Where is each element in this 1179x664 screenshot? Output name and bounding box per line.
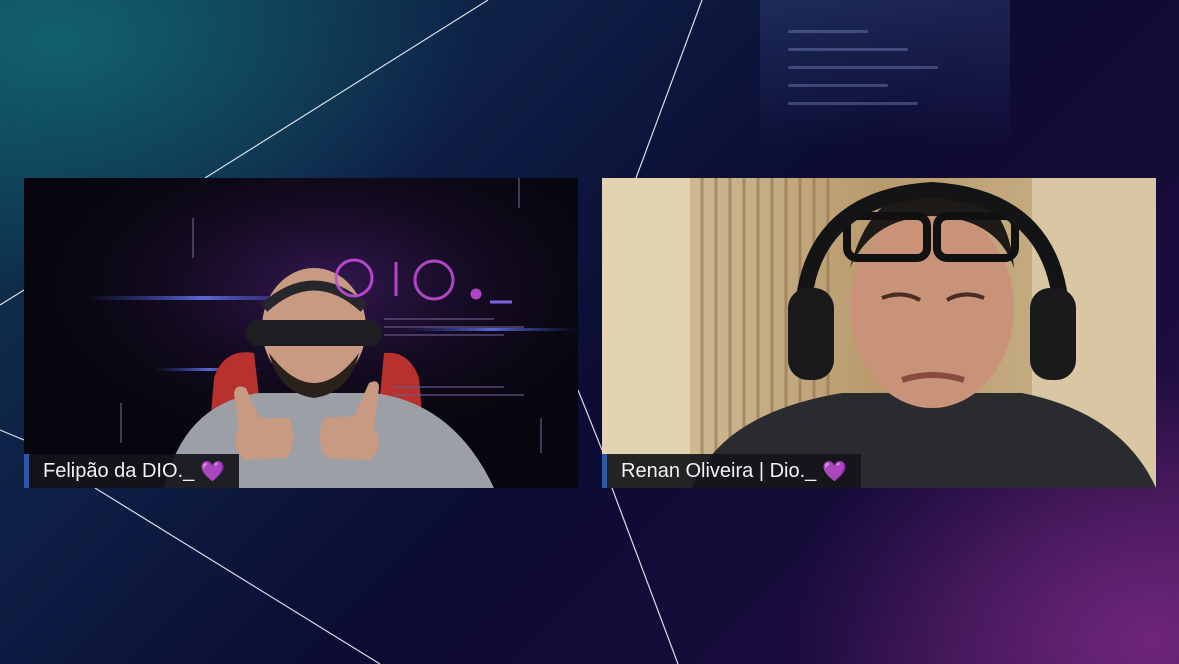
purple-heart-icon: 💜 bbox=[822, 460, 848, 483]
webcam-feed-felipao bbox=[24, 178, 578, 488]
background-terminal-graphic bbox=[760, 0, 1010, 150]
participant-nameplate: Felipão da DIO._ 💜 bbox=[24, 454, 240, 488]
purple-heart-icon: 💜 bbox=[200, 460, 226, 483]
participant-nameplate: Renan Oliveira | Dio._ 💜 bbox=[602, 454, 862, 488]
participant-name-label: Felipão da DIO._ bbox=[43, 459, 195, 482]
webcam-feed-renan bbox=[602, 178, 1156, 488]
participant-video-tile-felipao[interactable]: Felipão da DIO._ 💜 bbox=[24, 178, 578, 488]
participant-video-tile-renan[interactable]: Renan Oliveira | Dio._ 💜 bbox=[602, 178, 1156, 488]
participant-name-label: Renan Oliveira | Dio._ bbox=[621, 459, 817, 482]
